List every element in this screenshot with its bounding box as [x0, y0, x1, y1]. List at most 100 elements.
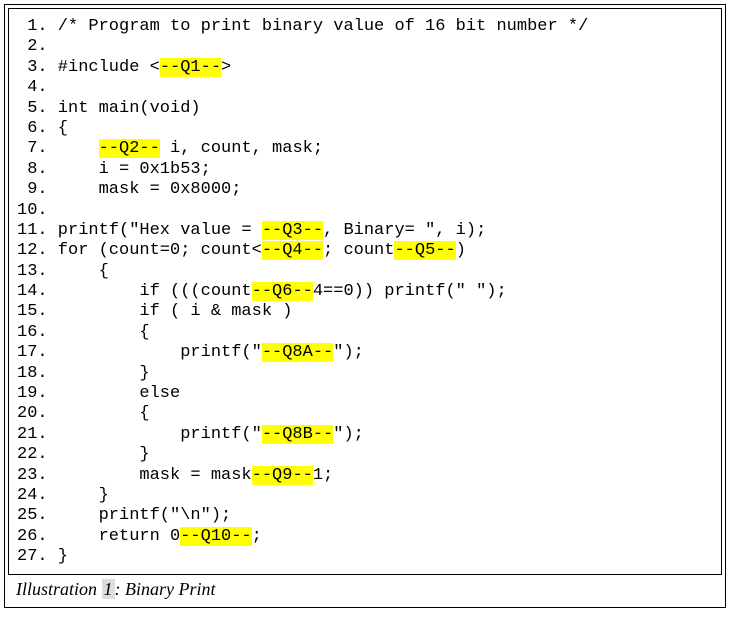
code-text: . { [37, 262, 108, 281]
blank-Q5: --Q5-- [394, 241, 455, 260]
line-number: 26 [17, 527, 37, 547]
code-text: . /* Program to print binary value of 16… [37, 17, 588, 36]
code-text: . } [37, 547, 68, 566]
code-line-21: 21. printf("--Q8B--"); [17, 425, 711, 445]
blank-Q8A: --Q8A-- [262, 343, 333, 362]
blank-Q4: --Q4-- [262, 241, 323, 260]
code-line-5: 5. int main(void) [17, 99, 711, 119]
code-text: . printf(" [37, 425, 261, 444]
code-text: , Binary= ", i); [323, 221, 486, 240]
code-text: . printf(" [37, 343, 261, 362]
code-line-2: 2. [17, 37, 711, 57]
code-line-20: 20. { [17, 404, 711, 424]
code-text: ; count [323, 241, 394, 260]
code-text: . [37, 78, 47, 97]
line-number: 18 [17, 364, 37, 384]
code-line-10: 10. [17, 201, 711, 221]
code-line-1: 1. /* Program to print binary value of 1… [17, 17, 711, 37]
line-number: 21 [17, 425, 37, 445]
code-box: 1. /* Program to print binary value of 1… [8, 8, 722, 575]
code-line-4: 4. [17, 78, 711, 98]
code-line-7: 7. --Q2-- i, count, mask; [17, 139, 711, 159]
line-number: 3 [17, 58, 37, 78]
code-text: . #include < [37, 58, 159, 77]
code-line-9: 9. mask = 0x8000; [17, 180, 711, 200]
code-line-25: 25. printf("\n"); [17, 506, 711, 526]
code-text: . [37, 139, 98, 158]
illustration-caption: Illustration 1: Binary Print [8, 575, 722, 604]
code-line-16: 16. { [17, 323, 711, 343]
code-line-26: 26. return 0--Q10--; [17, 527, 711, 547]
code-text: . } [37, 364, 149, 383]
code-text: . { [37, 404, 149, 423]
code-line-15: 15. if ( i & mask ) [17, 302, 711, 322]
code-text: ) [456, 241, 466, 260]
line-number: 8 [17, 160, 37, 180]
blank-Q10: --Q10-- [180, 527, 251, 546]
blank-Q1: --Q1-- [160, 58, 221, 77]
code-text: . [37, 201, 47, 220]
code-line-14: 14. if (((count--Q6--4==0)) printf(" "); [17, 282, 711, 302]
code-text: . return 0 [37, 527, 180, 546]
code-line-3: 3. #include <--Q1--> [17, 58, 711, 78]
code-line-11: 11. printf("Hex value = --Q3--, Binary= … [17, 221, 711, 241]
code-text: . printf("Hex value = [37, 221, 261, 240]
code-text: 1; [313, 466, 333, 485]
code-text: i, count, mask; [160, 139, 323, 158]
code-line-24: 24. } [17, 486, 711, 506]
code-line-18: 18. } [17, 364, 711, 384]
code-line-22: 22. } [17, 445, 711, 465]
line-number: 9 [17, 180, 37, 200]
line-number: 23 [17, 466, 37, 486]
line-number: 7 [17, 139, 37, 159]
line-number: 12 [17, 241, 37, 261]
line-number: 20 [17, 404, 37, 424]
code-text: "); [333, 343, 364, 362]
line-number: 15 [17, 302, 37, 322]
caption-label: Illustration [16, 579, 102, 599]
code-text: . { [37, 119, 68, 138]
code-text: 4==0)) printf(" "); [313, 282, 507, 301]
line-number: 10 [17, 201, 37, 221]
caption-title: : Binary Print [115, 579, 216, 599]
document-outer-frame: 1. /* Program to print binary value of 1… [4, 4, 726, 608]
line-number: 11 [17, 221, 37, 241]
caption-number: 1 [102, 579, 115, 599]
code-text: . { [37, 323, 149, 342]
code-text: . printf("\n"); [37, 506, 231, 525]
line-number: 16 [17, 323, 37, 343]
code-text: . int main(void) [37, 99, 200, 118]
code-text: "); [333, 425, 364, 444]
code-text: . if (((count [37, 282, 251, 301]
blank-Q6: --Q6-- [252, 282, 313, 301]
code-line-12: 12. for (count=0; count<--Q4--; count--Q… [17, 241, 711, 261]
code-line-19: 19. else [17, 384, 711, 404]
code-line-17: 17. printf("--Q8A--"); [17, 343, 711, 363]
code-line-8: 8. i = 0x1b53; [17, 160, 711, 180]
blank-Q8B: --Q8B-- [262, 425, 333, 444]
blank-Q9: --Q9-- [252, 466, 313, 485]
code-text: . if ( i & mask ) [37, 302, 292, 321]
code-text: . mask = mask [37, 466, 251, 485]
line-number: 1 [17, 17, 37, 37]
line-number: 14 [17, 282, 37, 302]
line-number: 17 [17, 343, 37, 363]
code-line-23: 23. mask = mask--Q9--1; [17, 466, 711, 486]
line-number: 25 [17, 506, 37, 526]
line-number: 24 [17, 486, 37, 506]
code-line-27: 27. } [17, 547, 711, 567]
blank-Q2: --Q2-- [99, 139, 160, 158]
blank-Q3: --Q3-- [262, 221, 323, 240]
code-text: . for (count=0; count< [37, 241, 261, 260]
code-text: . [37, 37, 47, 56]
code-text: > [221, 58, 231, 77]
code-text: . mask = 0x8000; [37, 180, 241, 199]
code-line-6: 6. { [17, 119, 711, 139]
line-number: 6 [17, 119, 37, 139]
line-number: 5 [17, 99, 37, 119]
line-number: 4 [17, 78, 37, 98]
line-number: 13 [17, 262, 37, 282]
line-number: 19 [17, 384, 37, 404]
code-line-13: 13. { [17, 262, 711, 282]
line-number: 27 [17, 547, 37, 567]
